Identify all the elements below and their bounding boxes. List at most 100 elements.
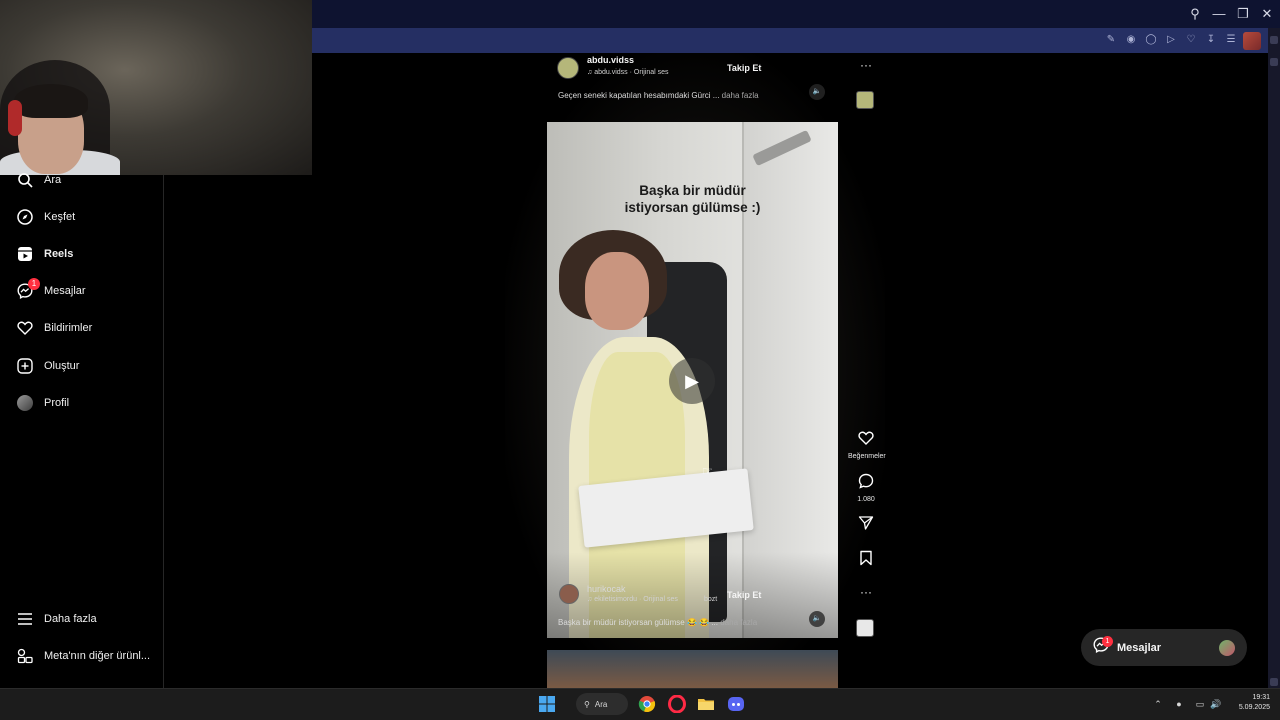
heart-icon [16,319,34,337]
sidebar-item-profile[interactable]: Profil [16,391,69,415]
creator-username[interactable]: abdu.vidss [587,55,634,65]
reels-icon [16,245,34,263]
sidebar-dot[interactable] [1270,58,1278,66]
speaker-icon[interactable]: 🔊 [1209,697,1223,711]
chrome-icon[interactable] [638,695,656,713]
heart-icon [858,431,874,445]
compass-icon [16,208,34,226]
sidebar-item-more[interactable]: Daha fazla [16,607,97,631]
apps-icon [16,647,34,665]
extra-label: bozt [704,596,718,603]
system-clock[interactable]: 19:31 5.09.2025 [1226,693,1270,713]
restore-button[interactable]: ❐ [1234,5,1252,23]
send-icon [858,516,874,530]
creator-username[interactable]: hurikocak [587,584,626,594]
search-icon [16,171,34,189]
sidebar-item-explore[interactable]: Keşfet [16,205,75,229]
sidebar-item-label: Ara [44,174,62,186]
post-caption[interactable]: Geçen seneki kapatılan hesabımdaki Gürci… [558,91,759,100]
play-icon[interactable]: ▶ [669,358,715,404]
sidebar-item-label: Meta'nın diğer ürünl... [44,650,151,662]
reel-video[interactable]: Başka bir müdür istiyorsan gülümse :) ▶ … [547,122,838,638]
person-face [585,252,649,330]
video-overlay-text: Başka bir müdür istiyorsan gülümse :) [624,183,761,215]
sidebar-item-label: Reels [44,248,74,260]
audio-label[interactable]: ♫ abdu.vidss · Orijinal ses [587,69,669,76]
close-button[interactable]: ✕ [1258,5,1276,23]
sidebar-item-meta-products[interactable]: Meta'nın diğer ürünl... [16,644,150,668]
webcam-headset [8,100,22,136]
mute-button[interactable]: 🔈 [809,611,825,627]
music-note-icon: ♫ [587,69,593,76]
audio-label[interactable]: ♫ ekiletisimordu · Orijinal ses [587,596,678,603]
hand-cursor-icon: ☞ [702,464,713,478]
share-button[interactable] [848,515,884,536]
sidebar-dot[interactable] [1270,678,1278,686]
sidebar-item-label: Bildirimler [44,322,93,334]
creator-avatar[interactable] [557,57,579,79]
sidebar-item-create[interactable]: Oluştur [16,354,79,378]
windows-start-icon[interactable] [538,695,556,713]
chevron-up-icon[interactable]: ⌃ [1151,697,1165,711]
notification-badge: 1 [28,278,40,290]
search-icon: ⚲ [584,699,590,709]
more-options-icon[interactable]: ··· [848,585,884,599]
play-icon[interactable]: ▷ [1164,33,1178,47]
bookmark-icon [860,550,872,566]
contact-avatar [1219,639,1235,656]
sidebar-dot[interactable] [1270,36,1278,44]
like-label: Beğenmeler [848,453,886,460]
more-link[interactable]: daha fazla [720,618,757,627]
comment-button[interactable]: 1.080 [848,473,884,503]
webcam-hair [14,84,88,118]
microphone-icon[interactable]: ● [1172,697,1186,711]
sidebar-item-label: Keşfet [44,211,76,223]
more-link[interactable]: daha fazla [722,91,759,100]
taskbar-search[interactable]: ⚲ Ara [576,693,628,715]
comment-count: 1.080 [857,496,875,503]
sidebar-item-label: Oluştur [44,360,80,372]
discord-icon[interactable] [727,695,745,713]
avatar-icon [16,394,34,412]
next-reel-preview[interactable] [547,650,838,688]
messages-label: Mesajlar [1117,641,1162,654]
menu-icon[interactable]: ☰ [1224,33,1238,47]
sidebar-item-label: Profil [44,397,70,409]
download-icon[interactable]: ↧ [1204,33,1218,47]
profile-avatar[interactable] [1243,32,1261,50]
follow-button[interactable]: Takip Et [727,590,761,600]
webcam-overlay [0,0,312,175]
minimize-button[interactable]: — [1210,5,1228,23]
browser-sidebar [1268,28,1280,688]
sidebar-item-search[interactable]: Ara [16,168,61,192]
shield-icon[interactable]: ◯ [1144,33,1158,47]
comment-icon [858,473,874,489]
sidebar-item-reels[interactable]: Reels [16,242,73,266]
messenger-icon: 1 [16,278,40,300]
sidebar-item-label: Daha fazla [44,613,97,625]
music-note-icon: ♫ [587,596,593,603]
sidebar-item-notifications[interactable]: Bildirimler [16,316,92,340]
post-caption[interactable]: Başka bir müdür istiyorsan gülümse 😂 😂 .… [558,618,757,627]
messages-pill[interactable]: 1 Mesajlar [1081,629,1247,666]
follow-button[interactable]: Takip Et [727,63,761,73]
sidebar-item-messages[interactable]: 1 Mesajlar [16,278,86,303]
search-icon[interactable]: ⚲ [1186,5,1204,23]
like-button[interactable]: Beğenmeler [848,430,886,460]
mute-button[interactable]: 🔈 [809,84,825,100]
display-icon[interactable]: ▭ [1193,697,1207,711]
camera-icon[interactable]: ◉ [1124,33,1138,47]
heart-icon[interactable]: ♡ [1184,33,1198,47]
sidebar-item-label: Mesajlar [44,285,86,297]
opera-gx-icon[interactable] [668,694,686,714]
edit-icon[interactable]: ✎ [1104,33,1118,47]
save-button[interactable] [848,550,884,571]
file-explorer-icon[interactable] [697,695,715,713]
audio-thumbnail[interactable] [856,619,874,637]
notification-badge: 1 [1102,636,1113,647]
creator-avatar[interactable] [559,584,579,604]
menu-icon [16,610,34,628]
audio-thumbnail[interactable] [856,91,874,109]
plus-square-icon [16,357,34,375]
more-options-icon[interactable]: ··· [848,58,884,72]
